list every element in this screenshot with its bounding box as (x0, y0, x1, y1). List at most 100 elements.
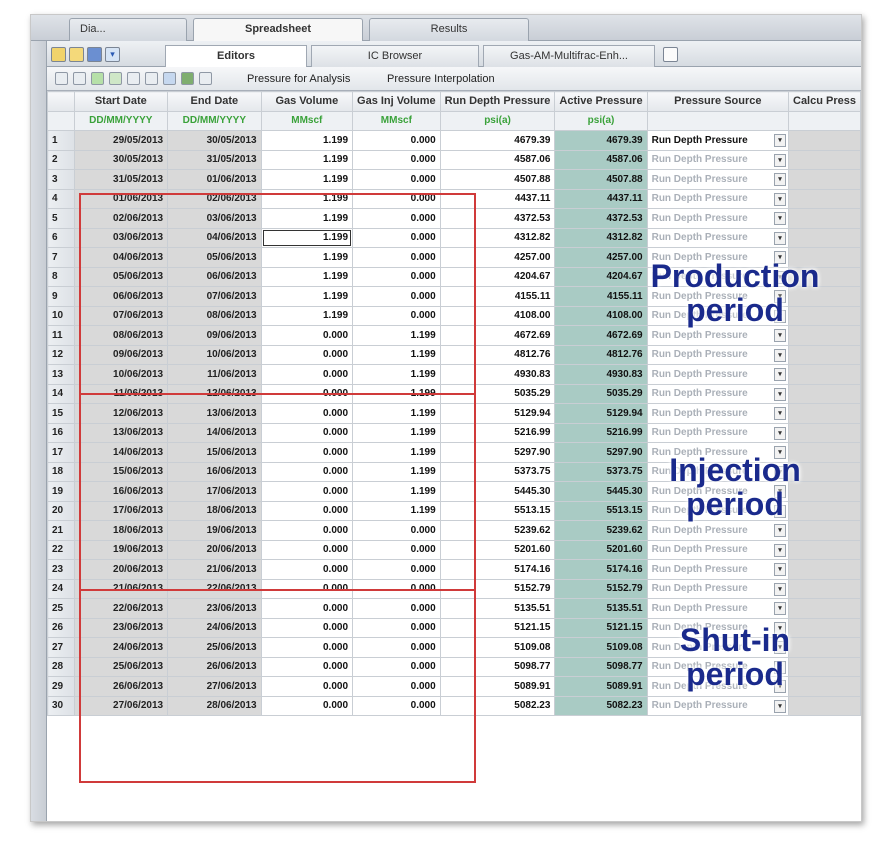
row-number[interactable]: 14 (47, 383, 75, 404)
cell-active-pressure[interactable]: 5082.23 (554, 695, 648, 716)
table-row[interactable]: 2 30/05/2013 31/05/2013 1.199 0.000 4587.06 45… (47, 149, 861, 170)
export-icon[interactable] (163, 72, 176, 85)
row-number[interactable]: 1 (47, 130, 75, 151)
cell-gas-volume[interactable]: 1.199 (260, 149, 354, 170)
cell-pressure-source[interactable]: Run Depth Pressure ▾ (646, 539, 790, 560)
cell-calculated-pressure[interactable] (788, 695, 861, 716)
header-gas-inj-volume[interactable]: Gas Inj Volume (352, 91, 441, 112)
cell-pressure-source[interactable]: Run Depth Pressure ▾ (646, 598, 790, 619)
cell-active-pressure[interactable]: 4812.76 (554, 344, 648, 365)
dropdown-arrow-icon[interactable]: ▾ (774, 563, 786, 576)
cell-active-pressure[interactable]: 5121.15 (554, 617, 648, 638)
cell-active-pressure[interactable]: 4372.53 (554, 208, 648, 229)
table-row[interactable]: 3 31/05/2013 01/06/2013 1.199 0.000 4507.88 45… (47, 169, 861, 190)
cell-end-date[interactable]: 30/05/2013 (167, 130, 262, 151)
cell-calculated-pressure[interactable] (788, 130, 861, 151)
cell-pressure-source[interactable]: Run Depth Pressure ▾ (646, 130, 790, 151)
cell-calculated-pressure[interactable] (788, 208, 861, 229)
cell-start-date[interactable]: 29/05/2013 (73, 130, 169, 151)
cell-active-pressure[interactable]: 4204.67 (554, 266, 648, 287)
row-number[interactable]: 18 (47, 461, 75, 482)
cell-pressure-source[interactable]: Run Depth Pressure ▾ (646, 578, 790, 599)
cell-active-pressure[interactable]: 4312.82 (554, 227, 648, 248)
cell-active-pressure[interactable]: 4679.39 (554, 130, 648, 151)
dropdown-arrow-icon[interactable]: ▾ (774, 387, 786, 401)
cell-active-pressure[interactable]: 5135.51 (554, 598, 648, 619)
cell-pressure-source[interactable]: Run Depth Pressure ▾ (646, 422, 790, 443)
left-splitter[interactable] (31, 41, 47, 821)
cell-calculated-pressure[interactable] (788, 383, 861, 404)
tab-ic-browser[interactable]: IC Browser (311, 45, 479, 67)
row-number[interactable]: 7 (47, 247, 75, 268)
cell-pressure-source[interactable]: Run Depth Pressure ▾ (646, 383, 790, 404)
tab-spreadsheet[interactable]: Spreadsheet (193, 18, 363, 41)
cell-end-date[interactable]: 01/06/2013 (167, 169, 262, 190)
cell-run-depth-pressure[interactable]: 4679.39 (439, 130, 556, 151)
dropdown-arrow-icon[interactable]: ▾ (774, 699, 786, 713)
cell-active-pressure[interactable]: 5098.77 (554, 656, 648, 677)
cell-active-pressure[interactable]: 4930.83 (554, 364, 648, 385)
row-number[interactable]: 24 (47, 578, 75, 599)
row-number[interactable]: 20 (47, 500, 75, 521)
cell-active-pressure[interactable]: 5297.90 (554, 442, 648, 463)
cell-calculated-pressure[interactable] (788, 344, 861, 365)
cell-pressure-source[interactable]: Run Depth Pressure ▾ (646, 227, 790, 248)
cell-calculated-pressure[interactable] (788, 539, 861, 560)
find-icon[interactable] (109, 72, 122, 85)
cell-active-pressure[interactable]: 5089.91 (554, 676, 648, 697)
cell-end-date[interactable]: 31/05/2013 (167, 149, 262, 170)
tab-results[interactable]: Results (369, 18, 529, 41)
cell-pressure-source[interactable]: Run Depth Pressure ▾ (646, 695, 790, 716)
cell-active-pressure[interactable]: 5373.75 (554, 461, 648, 482)
chart-icon[interactable] (181, 72, 194, 85)
corner-cell[interactable] (47, 91, 75, 112)
header-gas-volume[interactable]: Gas Volume (260, 91, 354, 112)
cell-calculated-pressure[interactable] (788, 520, 861, 541)
header-start-date[interactable]: Start Date (73, 91, 169, 112)
cell-calculated-pressure[interactable] (788, 169, 861, 190)
row-number[interactable]: 28 (47, 656, 75, 677)
cell-pressure-source[interactable]: Run Depth Pressure ▾ (646, 520, 790, 541)
tab-gas-am-multifrac[interactable]: Gas-AM-Multifrac-Enh... (483, 45, 655, 67)
header-calculated-pressure[interactable]: Calcu Press (788, 91, 861, 112)
cell-active-pressure[interactable]: 5239.62 (554, 520, 648, 541)
cell-gas-volume[interactable]: 1.199 (260, 130, 354, 151)
cell-active-pressure[interactable]: 5035.29 (554, 383, 648, 404)
dropdown-arrow-icon[interactable]: ▾ (774, 543, 786, 557)
cell-gas-volume[interactable]: 1.199 (260, 169, 354, 190)
row-number[interactable]: 4 (47, 188, 75, 209)
row-number[interactable]: 12 (47, 344, 75, 365)
cell-run-depth-pressure[interactable]: 4587.06 (439, 149, 556, 170)
refresh-icon[interactable] (91, 72, 104, 85)
cell-pressure-source[interactable]: Run Depth Pressure ▾ (646, 344, 790, 365)
dropdown-arrow-icon[interactable]: ▾ (774, 368, 786, 381)
cell-active-pressure[interactable]: 4672.69 (554, 325, 648, 346)
row-number[interactable]: 22 (47, 539, 75, 560)
row-number[interactable]: 11 (47, 325, 75, 346)
cell-calculated-pressure[interactable] (788, 325, 861, 346)
row-number[interactable]: 13 (47, 364, 75, 385)
row-number[interactable]: 17 (47, 442, 75, 463)
row-number[interactable]: 8 (47, 266, 75, 287)
grid-view-icon[interactable] (87, 47, 102, 62)
cell-run-depth-pressure[interactable]: 4507.88 (439, 169, 556, 190)
clear-icon[interactable] (199, 72, 212, 85)
cell-calculated-pressure[interactable] (788, 403, 861, 424)
row-number[interactable]: 9 (47, 286, 75, 307)
redo-icon[interactable] (73, 72, 86, 85)
dropdown-arrow-icon[interactable]: ▾ (774, 407, 786, 420)
chevron-down-icon[interactable]: ▾ (105, 47, 120, 62)
save-icon[interactable] (69, 47, 84, 62)
row-number[interactable]: 16 (47, 422, 75, 443)
row-number[interactable]: 2 (47, 149, 75, 170)
cell-active-pressure[interactable]: 4507.88 (554, 169, 648, 190)
dropdown-arrow-icon[interactable]: ▾ (774, 192, 786, 206)
header-pressure-source[interactable]: Pressure Source (646, 91, 790, 112)
tab-diagnostics[interactable]: Dia... (69, 18, 187, 41)
cell-gas-inj-volume[interactable]: 0.000 (352, 149, 441, 170)
cell-calculated-pressure[interactable] (788, 559, 861, 580)
dropdown-arrow-icon[interactable]: ▾ (774, 153, 786, 167)
row-number[interactable]: 5 (47, 208, 75, 229)
cell-calculated-pressure[interactable] (788, 149, 861, 170)
row-number[interactable]: 6 (47, 227, 75, 248)
